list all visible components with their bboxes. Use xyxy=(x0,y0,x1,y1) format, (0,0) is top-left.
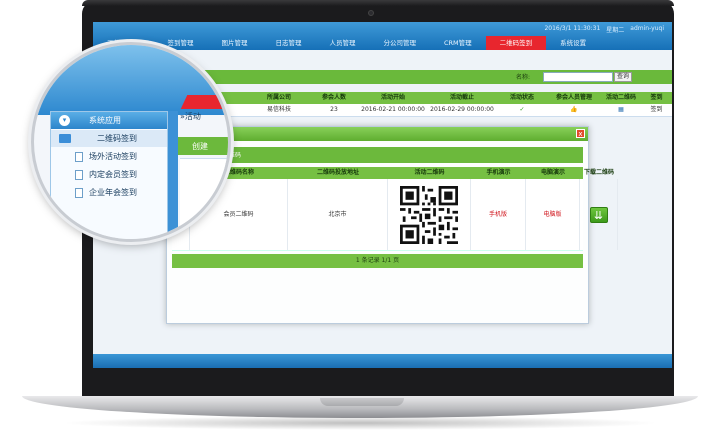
col-end: 活动截止 xyxy=(449,94,474,101)
laptop-notch xyxy=(320,398,404,406)
check-icon: ✓ xyxy=(519,106,525,113)
search-button[interactable]: 查询 xyxy=(614,72,632,82)
page-icon xyxy=(75,152,83,162)
close-icon[interactable]: x xyxy=(576,129,585,138)
mobile-demo-link[interactable]: 手机版 xyxy=(471,179,526,250)
pagination: 1 条记录 1/1 页 xyxy=(172,254,583,268)
footer-bar xyxy=(93,354,672,368)
col-desktop: 电脑演示 xyxy=(540,169,565,176)
cell-company: 易信科技 xyxy=(266,106,291,113)
download-icon[interactable]: ⇊ xyxy=(589,206,608,223)
nav-item-branches[interactable]: 分公司管理 xyxy=(370,36,431,50)
laptop-bezel xyxy=(82,0,674,6)
magnifier-lens: ▾ 系统应用 二维码签到 场外活动签到 内定会员签到 企业年会签到 »活动 创建 xyxy=(31,42,231,242)
col-signin: 签到 xyxy=(650,94,663,101)
page-icon xyxy=(75,170,83,180)
nav-item-logs[interactable]: 日志管理 xyxy=(262,36,316,50)
create-button[interactable]: 创建 xyxy=(192,141,208,152)
magnified-table xyxy=(180,158,228,228)
sidebar-item-member-signin[interactable]: 内定会员签到 xyxy=(51,166,167,183)
nav-item-settings[interactable]: 系统设置 xyxy=(546,36,600,50)
col-qr-image: 活动二维码 xyxy=(414,169,445,176)
chevron-down-icon: ▾ xyxy=(59,115,70,126)
col-mobile: 手机演示 xyxy=(486,169,511,176)
col-start: 活动开始 xyxy=(380,94,405,101)
current-user[interactable]: admin-yuqi xyxy=(630,25,664,34)
cell-count: 23 xyxy=(330,106,338,113)
cell-start: 2016-02-21 00:00:00 xyxy=(361,106,425,113)
col-count: 参会人数 xyxy=(321,94,346,101)
magnified-active-tab xyxy=(180,95,228,109)
sidebar-item-label: 场外活动签到 xyxy=(89,152,137,161)
sidebar-header[interactable]: ▾ 系统应用 xyxy=(51,112,167,129)
sidebar-item-annual-signin[interactable]: 企业年会签到 xyxy=(51,184,167,201)
thumbs-up-icon[interactable]: 👍 xyxy=(547,104,601,116)
sidebar-item-qrcode-signin[interactable]: 二维码签到 xyxy=(51,130,167,147)
col-qrcode: 活动二维码 xyxy=(605,94,636,101)
col-company: 所属公司 xyxy=(266,94,291,101)
qrcode-icon[interactable]: ▦ xyxy=(601,104,641,116)
activity-table-header: 所属公司 参会人数 活动开始 活动截止 活动状态 参会人员管理 活动二维码 签到 xyxy=(193,92,672,104)
desktop-demo-link[interactable]: 电脑版 xyxy=(526,179,580,250)
top-status: 2016/3/1 11:30:31 星期二 admin-yuqi xyxy=(544,25,664,34)
camera-icon xyxy=(368,10,374,16)
table-row[interactable]: 易信科技 23 2016-02-21 00:00:00 2016-02-29 0… xyxy=(193,104,672,117)
folder-icon xyxy=(59,134,71,143)
magnified-divider xyxy=(168,111,178,239)
qr-address: 北京市 xyxy=(288,179,388,250)
breadcrumb: »活动 xyxy=(180,112,201,121)
sidebar-header-label: 系统应用 xyxy=(89,116,121,125)
qrcode-image xyxy=(400,185,458,244)
qrcode-table-header: 二维码名称 二维码投放地址 活动二维码 手机演示 电脑演示 下载二维码 xyxy=(172,167,614,179)
col-attendees: 参会人员管理 xyxy=(555,94,592,101)
search-input[interactable] xyxy=(543,72,613,82)
nav-item-qrcode[interactable]: 二维码签到 xyxy=(485,36,547,50)
cell-end: 2016-02-29 00:00:00 xyxy=(430,106,494,113)
nav-item-crm[interactable]: CRM管理 xyxy=(430,36,486,50)
col-qr-address: 二维码投放地址 xyxy=(316,169,359,176)
sidebar-menu: ▾ 系统应用 二维码签到 场外活动签到 内定会员签到 企业年会签到 xyxy=(50,111,168,239)
sidebar-item-label: 企业年会签到 xyxy=(89,188,137,197)
sidebar-item-label: 内定会员签到 xyxy=(89,170,137,179)
sidebar-item-label: 二维码签到 xyxy=(97,134,137,143)
nav-item-people[interactable]: 人员管理 xyxy=(316,36,370,50)
breadcrumb-label: 活动 xyxy=(184,112,201,121)
col-download: 下载二维码 xyxy=(583,169,614,176)
sidebar-item-offsite-signin[interactable]: 场外活动签到 xyxy=(51,148,167,165)
weekday: 星期二 xyxy=(606,27,625,34)
page-icon xyxy=(75,188,83,198)
laptop-shadow xyxy=(60,416,660,430)
table-row: 会员二维码 北京市 手机版 电脑版 ⇊ xyxy=(172,179,618,251)
col-status: 活动状态 xyxy=(509,94,534,101)
search-label: 名称: xyxy=(516,74,531,81)
datetime: 2016/3/1 11:30:31 xyxy=(544,25,601,32)
cell-signin[interactable]: 签到 xyxy=(641,104,672,116)
